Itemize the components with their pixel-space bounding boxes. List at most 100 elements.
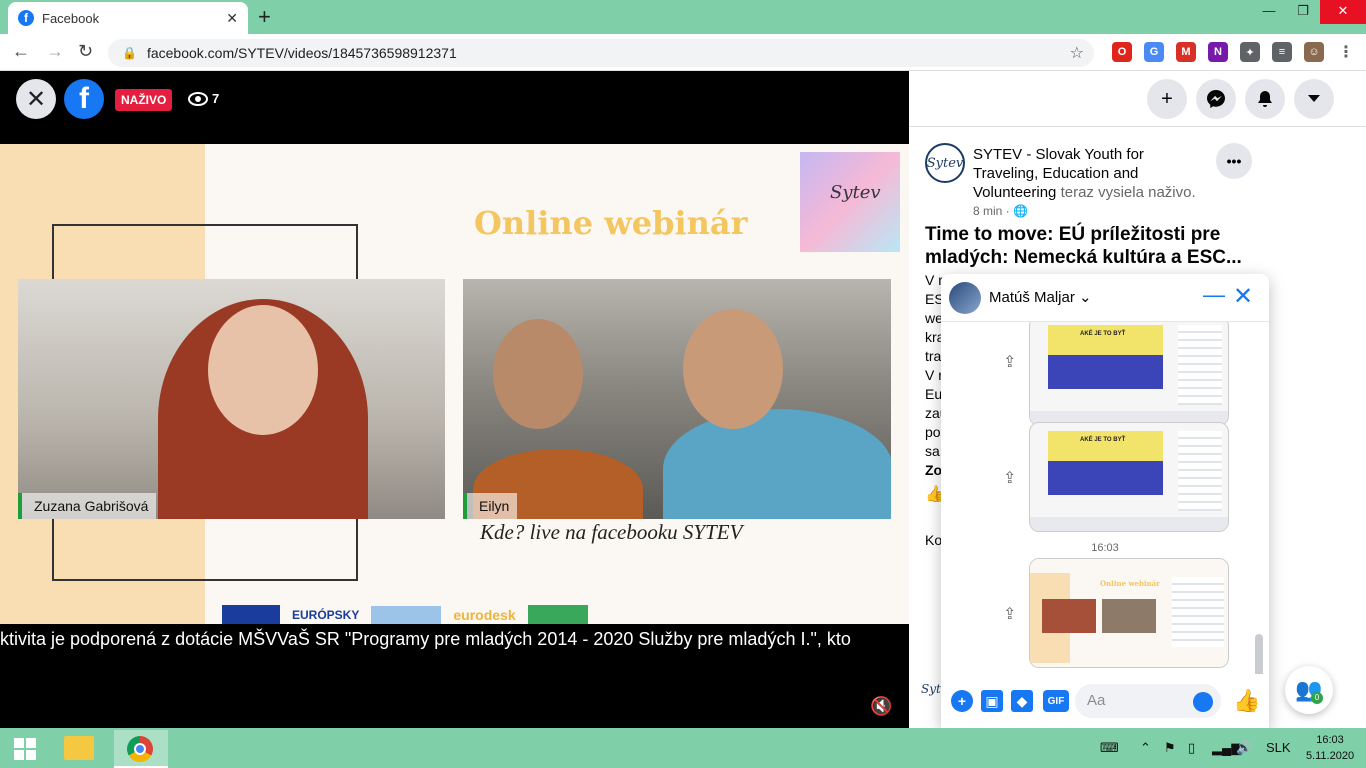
messenger-chat-window: Matúš Maljar ⌄ — ✕ ⇪ AKÉ JE TO BYŤ ⇪ AKÉ… [941,274,1269,728]
close-video-icon[interactable]: ✕ [16,79,56,119]
shot-sidebar [1178,431,1222,511]
viewer-count: 7 [188,91,219,106]
bookmark-star-icon[interactable]: ☆ [1070,43,1084,63]
time-divider: 16:03 [1091,542,1119,554]
sponsor-ticker: ktivita je podporená z dotácie MŠVVaŠ SR… [0,624,909,654]
participant-name-label: Zuzana Gabrišová [18,493,157,519]
account-menu-chevron-icon[interactable] [1294,79,1334,119]
playlist-icon[interactable]: ≡ [1272,42,1292,62]
eu-label: EURÓPSKY [292,608,360,622]
profile-avatar[interactable]: ☺ [1304,42,1324,62]
post-header: SYTEV - Slovak Youth for Traveling, Educ… [973,145,1208,202]
contact-avatar[interactable] [949,282,981,314]
comments-label[interactable]: Ko [925,532,942,548]
keyboard-icon[interactable]: ⌨ [1100,740,1119,756]
close-window-icon[interactable]: ✕ [1320,0,1366,24]
clock-date: 5.11.2020 [1305,750,1355,762]
emoji-icon[interactable] [1193,692,1213,712]
contact-name[interactable]: Matúš Maljar ⌄ [989,288,1092,306]
system-clock[interactable]: 16:03 5.11.2020 [1300,732,1360,764]
onenote-icon[interactable]: N [1208,42,1228,62]
shared-image-message[interactable]: AKÉ JE TO BYŤ [1029,322,1229,426]
post-timestamp[interactable]: 8 min · 🌐 [973,204,1028,218]
logo-card-text: Sytev [830,182,881,203]
language-indicator[interactable]: SLK [1266,740,1291,755]
participant-face [493,319,583,429]
participant-silhouette [663,409,891,519]
shot-webinar-title: Online webinár [1100,579,1160,588]
windows-start-icon[interactable] [14,738,36,760]
chrome-taskbar-button[interactable] [114,730,168,768]
facebook-favicon-icon: f [18,10,34,26]
contact-name-text: Matúš Maljar [989,289,1075,306]
live-video-player[interactable]: ✕ f NAŽIVO 7 Online webinár Sytev Kde? l… [0,71,909,728]
windows-taskbar: ⌨ ⌃ ⚑ ▯ ▂▄▆ 🔊 SLK 16:03 5.11.2020 [0,728,1366,768]
share-icon[interactable]: ⇪ [1003,468,1016,488]
chat-scrollbar[interactable] [1255,634,1263,674]
attach-photo-icon[interactable]: ▣ [981,690,1003,712]
share-icon[interactable]: ⇪ [1003,604,1016,624]
tab-title: Facebook [42,10,100,26]
participant-face [683,309,783,429]
sticker-icon[interactable]: ◆ [1011,690,1033,712]
forward-arrow-icon[interactable]: → [46,41,64,62]
shot-title: AKÉ JE TO BYŤ [1080,331,1126,337]
browser-menu-icon[interactable]: ⋮ [1336,42,1356,62]
more-actions-plus-icon[interactable]: + [951,690,973,712]
opera-icon[interactable]: O [1112,42,1132,62]
browser-tab[interactable]: f Facebook ✕ [8,2,248,34]
chevron-up-icon[interactable]: ⌃ [1140,740,1151,756]
shot-title: AKÉ JE TO BYŤ [1080,437,1126,443]
back-arrow-icon[interactable]: ← [12,41,30,62]
shot-sidebar [1172,577,1224,647]
eye-icon [188,91,208,106]
tab-close-icon[interactable]: ✕ [226,10,238,27]
participant-name-label: Eilyn [463,493,518,519]
translate-icon[interactable]: G [1144,42,1164,62]
browser-toolbar: ← → ↻ 🔒 facebook.com/SYTEV/videos/184573… [0,34,1366,71]
new-tab-button[interactable]: + [258,4,271,30]
eurodesk-logo: eurodesk [453,607,516,623]
reload-icon[interactable]: ↻ [78,41,93,62]
battery-icon[interactable]: ▯ [1188,740,1195,756]
sponsor-logos: EURÓPSKY eurodesk [222,604,892,626]
post-title: Time to move: EÚ príležitosti pre mladýc… [925,224,1242,268]
shot-sidebar [1178,325,1222,405]
shot-cam [1102,599,1156,633]
chat-messages[interactable]: ⇪ AKÉ JE TO BYŤ ⇪ AKÉ JE TO BYŤ 16:03 ⇪ … [941,322,1269,674]
facebook-logo-icon[interactable]: f [64,79,104,119]
gmail-icon[interactable]: M [1176,42,1196,62]
notifications-bell-icon[interactable] [1245,79,1285,119]
window-controls: — ❐ ✕ [1252,0,1366,24]
mute-icon[interactable]: 🔇 [870,696,892,717]
page-avatar[interactable]: Sytev [925,143,965,183]
shared-image-message[interactable]: AKÉ JE TO BYŤ [1029,422,1229,532]
shot-bar [1030,517,1228,531]
shot-cam [1042,599,1096,633]
share-icon[interactable]: ⇪ [1003,352,1016,372]
slide-title: Online webinár [474,204,748,242]
shared-image-message[interactable]: Online webinár [1029,558,1229,668]
file-explorer-icon[interactable] [64,736,94,760]
create-plus-icon[interactable]: + [1147,79,1187,119]
chevron-down-icon: ⌄ [1079,289,1092,306]
restore-window-icon[interactable]: ❐ [1286,0,1320,24]
close-chat-icon[interactable]: ✕ [1233,282,1253,311]
address-bar[interactable]: 🔒 facebook.com/SYTEV/videos/184573659891… [108,39,1094,67]
post-options-icon[interactable]: ••• [1216,143,1252,179]
gif-icon[interactable]: GIF [1043,690,1069,712]
messenger-icon[interactable] [1196,79,1236,119]
new-message-icon[interactable]: 👥 0 [1285,666,1333,714]
chat-header[interactable]: Matúš Maljar ⌄ — ✕ [941,274,1269,322]
minimize-window-icon[interactable]: — [1252,0,1286,24]
thumbs-up-icon[interactable]: 👍 [1233,688,1260,714]
puzzle-icon[interactable]: ✦ [1240,42,1260,62]
slide-where-text: Kde? live na facebooku SYTEV [480,520,743,544]
video-top-bar: ✕ f NAŽIVO 7 [0,71,909,144]
post-status: teraz vysiela naživo. [1060,184,1196,201]
minimize-chat-icon[interactable]: — [1203,282,1225,308]
new-message-badge: 0 [1311,692,1323,704]
flag-icon[interactable]: ⚑ [1164,740,1176,756]
volume-icon[interactable]: 🔊 [1236,740,1252,756]
lock-icon[interactable]: 🔒 [122,46,137,60]
